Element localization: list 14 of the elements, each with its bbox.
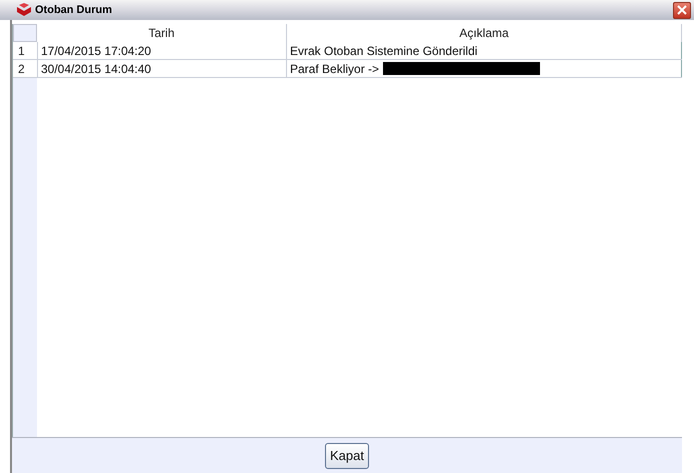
app-logo-icon [16,3,32,17]
window-title: Otoban Durum [35,2,112,18]
table-cell-text: Paraf Bekliyor -> [289,60,380,78]
column-header[interactable]: Açıklama [287,24,682,42]
table-cell-text: Evrak Otoban Sistemine Gönderildi [289,42,478,60]
table-cell: 17/04/2015 17:04:20 [37,42,287,59]
column-header[interactable]: Tarih [37,24,287,42]
corner-cell [13,24,37,42]
row-number: 1 [13,42,37,59]
close-dialog-button[interactable]: Kapat [325,442,369,468]
close-button[interactable] [673,2,691,18]
row-number: 2 [13,60,37,77]
table-cell: 30/04/2015 14:04:40 [37,60,287,77]
close-icon [677,5,687,15]
